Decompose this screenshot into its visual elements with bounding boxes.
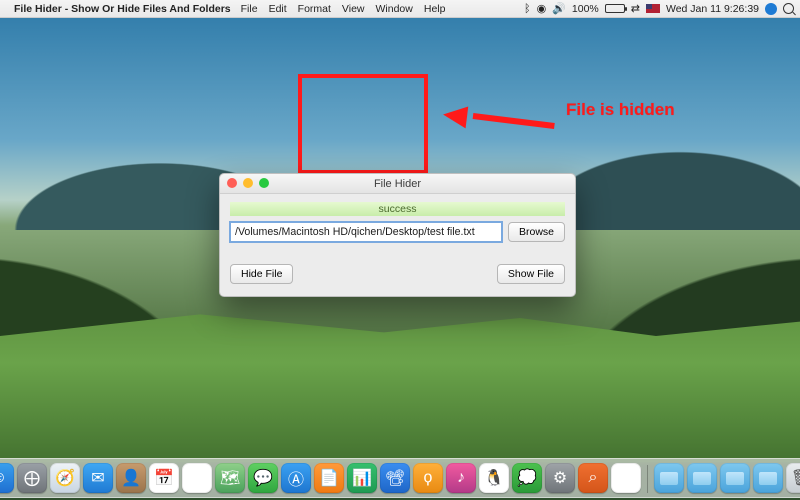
- battery-icon[interactable]: [605, 4, 625, 13]
- hide-file-button[interactable]: Hide File: [230, 264, 293, 284]
- dock-pages-icon[interactable]: 📄: [314, 463, 344, 493]
- menubar-app-title[interactable]: File Hider - Show Or Hide Files And Fold…: [14, 3, 231, 15]
- dock-reminders-icon[interactable]: ☑: [182, 463, 212, 493]
- dock-safari-icon[interactable]: 🧭: [50, 463, 80, 493]
- status-message: success: [230, 202, 565, 216]
- dock-folder-blue-2-icon[interactable]: [687, 463, 717, 493]
- window-title: File Hider: [374, 178, 421, 190]
- dock-wechat-icon[interactable]: 💭: [512, 463, 542, 493]
- minimize-icon[interactable]: [243, 178, 253, 188]
- browse-button[interactable]: Browse: [508, 222, 565, 242]
- menu-format[interactable]: Format: [298, 3, 331, 15]
- input-flag-us-icon[interactable]: [646, 4, 660, 13]
- dock-separator: [647, 465, 648, 493]
- menu-help[interactable]: Help: [424, 3, 446, 15]
- dock-preferences-icon[interactable]: ⚙: [545, 463, 575, 493]
- dock-duplicate-finder-icon[interactable]: ⌕: [578, 463, 608, 493]
- dock-numbers-icon[interactable]: 📊: [347, 463, 377, 493]
- dock-messages-icon[interactable]: 💬: [248, 463, 278, 493]
- dock-folder-blue-1-icon[interactable]: [654, 463, 684, 493]
- spotlight-search-icon[interactable]: [783, 3, 794, 14]
- window-titlebar[interactable]: File Hider: [220, 174, 575, 194]
- annotation-label: File is hidden: [566, 100, 675, 120]
- annotation-highlight-box: [298, 74, 428, 174]
- dock-cloud-app-icon[interactable]: ☁: [611, 463, 641, 493]
- dock: ☺⨁🧭✉👤📅☑🗺💬Ⓐ📄📊📽ϙ♪🐧💭⚙⌕☁ 🗑: [0, 458, 800, 498]
- menu-edit[interactable]: Edit: [269, 3, 287, 15]
- dock-trash-icon[interactable]: 🗑: [786, 463, 800, 493]
- dock-finder-icon[interactable]: ☺: [0, 463, 14, 493]
- menubar-clock[interactable]: Wed Jan 11 9:26:39: [666, 3, 759, 15]
- close-icon[interactable]: [227, 178, 237, 188]
- dock-qq-icon[interactable]: 🐧: [479, 463, 509, 493]
- dock-calendar-icon[interactable]: 📅: [149, 463, 179, 493]
- dock-contacts-icon[interactable]: 👤: [116, 463, 146, 493]
- dock-folder-blue-4-icon[interactable]: [753, 463, 783, 493]
- menu-window[interactable]: Window: [376, 3, 413, 15]
- wifi-icon[interactable]: ◉: [537, 2, 547, 15]
- dock-folder-blue-3-icon[interactable]: [720, 463, 750, 493]
- status-app-icon[interactable]: [765, 3, 777, 15]
- file-path-input[interactable]: [230, 222, 502, 242]
- dock-mail-icon[interactable]: ✉: [83, 463, 113, 493]
- menu-bar: File Hider - Show Or Hide Files And Fold…: [0, 0, 800, 18]
- menubar-status-area: ᛒ ◉ 🔊 100% ⇄ Wed Jan 11 9:26:39: [524, 2, 794, 15]
- dock-maps-icon[interactable]: 🗺: [215, 463, 245, 493]
- dock-appstore-icon[interactable]: Ⓐ: [281, 463, 311, 493]
- volume-icon[interactable]: 🔊: [552, 2, 566, 15]
- show-file-button[interactable]: Show File: [497, 264, 565, 284]
- input-switch-icon[interactable]: ⇄: [631, 2, 640, 15]
- dock-movavi-icon[interactable]: ϙ: [413, 463, 443, 493]
- dock-launchpad-icon[interactable]: ⨁: [17, 463, 47, 493]
- desktop: File Hider - Show Or Hide Files And Fold…: [0, 0, 800, 500]
- battery-percent: 100%: [572, 3, 599, 15]
- dock-keynote-icon[interactable]: 📽: [380, 463, 410, 493]
- file-hider-window: File Hider success Browse Hide File Show…: [219, 173, 576, 297]
- annotation-arrow-icon: [445, 105, 555, 125]
- zoom-icon[interactable]: [259, 178, 269, 188]
- menu-file[interactable]: File: [241, 3, 258, 15]
- dock-itunes-icon[interactable]: ♪: [446, 463, 476, 493]
- menu-view[interactable]: View: [342, 3, 365, 15]
- bluetooth-icon[interactable]: ᛒ: [524, 3, 531, 15]
